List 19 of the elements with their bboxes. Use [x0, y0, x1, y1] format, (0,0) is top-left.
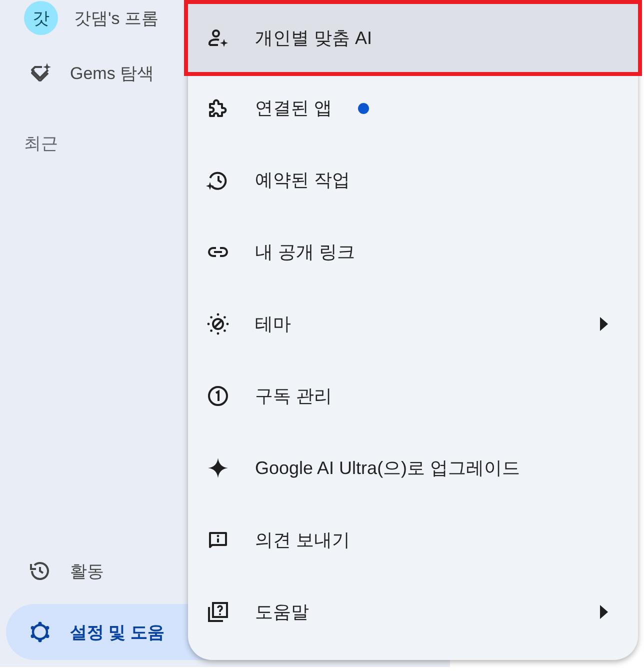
menu-item[interactable]: 개인별 맞춤 AI [184, 0, 642, 76]
menu-item[interactable]: 도움말 [188, 576, 638, 648]
menu-item[interactable]: Google AI Ultra(으)로 업그레이드 [188, 432, 638, 504]
sidebar-item[interactable]: Gems 탐색 [70, 62, 154, 84]
sidebar-item[interactable]: 활동 [70, 560, 104, 582]
theme-icon [206, 312, 230, 336]
number-one-icon [206, 384, 230, 408]
menu-item[interactable]: 의견 보내기 [188, 504, 638, 576]
help-icon [206, 600, 230, 624]
menu-item[interactable]: 내 공개 링크 [188, 216, 638, 288]
menu-item[interactable]: 테마 [188, 288, 638, 360]
menu-item[interactable]: 구독 관리 [188, 360, 638, 432]
sidebar-item[interactable]: 갓댐's 프롬 [74, 6, 158, 30]
menu-item[interactable]: 예약된 작업 [188, 144, 638, 216]
settings-icon [28, 620, 52, 644]
sparkle-icon [206, 456, 230, 480]
section-heading: 최근 [23, 133, 59, 155]
avatar: 갓 [24, 1, 58, 35]
history-icon [28, 559, 52, 583]
